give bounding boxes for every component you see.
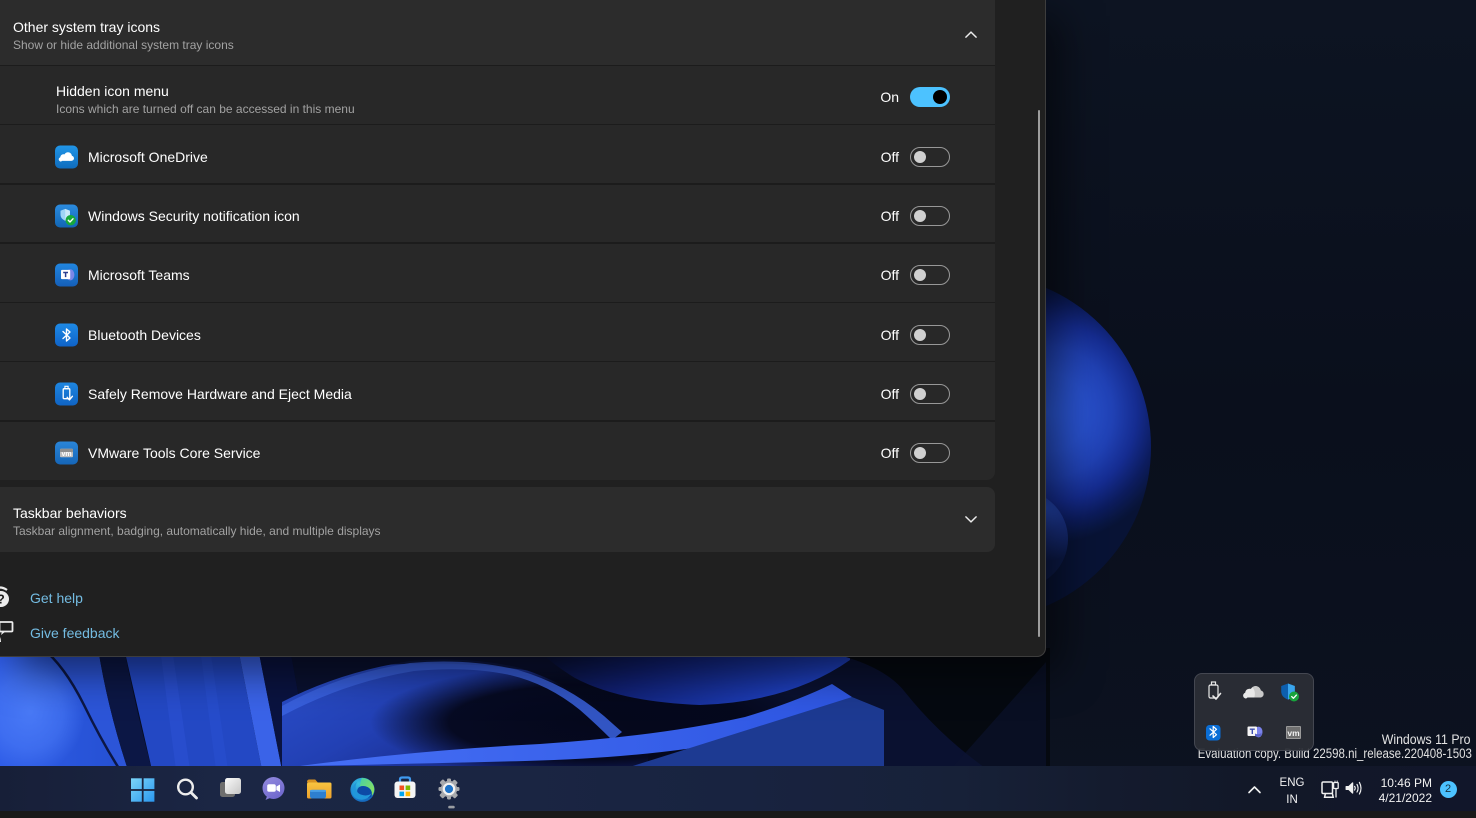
svg-text:vm: vm	[61, 451, 71, 458]
svg-text:?: ?	[0, 593, 5, 607]
svg-text:vm: vm	[1287, 728, 1300, 738]
